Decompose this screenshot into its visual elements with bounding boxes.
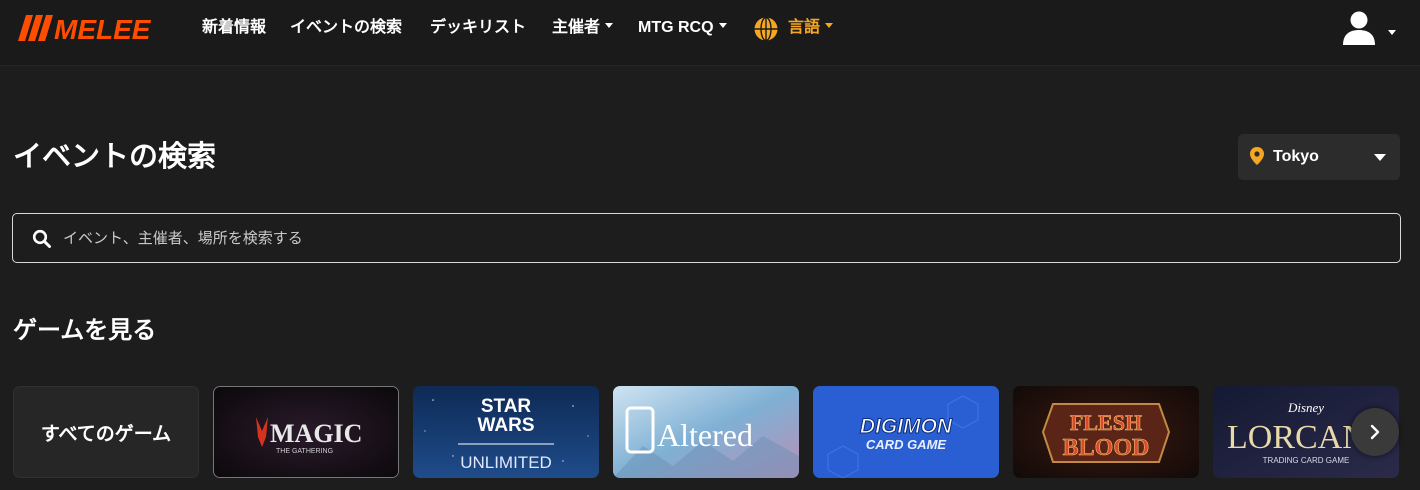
svg-text:MELEE: MELEE [54, 14, 152, 42]
star-wars-logo: STAR WARS UNLIMITED [413, 386, 599, 478]
game-card-all-label: すべてのゲーム [40, 423, 172, 445]
search-input[interactable] [63, 222, 1383, 254]
top-navbar: MELEE 新着情報 イベントの検索 デッキリスト 主催者 MTG RCQ 言語 [0, 0, 1420, 66]
games-section-title: ゲームを見る [13, 317, 157, 344]
melee-logo[interactable]: MELEE [18, 14, 172, 42]
svg-text:BLOOD: BLOOD [1063, 435, 1150, 461]
nav-language[interactable]: 言語 [788, 18, 834, 38]
svg-text:DIGIMON: DIGIMON [860, 415, 953, 438]
game-card-flesh-and-blood[interactable]: FLESH BLOOD [1013, 386, 1199, 478]
nav-event-search[interactable]: イベントの検索 [290, 18, 402, 38]
carousel-next-button[interactable] [1351, 408, 1399, 456]
location-value: Tokyo [1273, 148, 1319, 165]
nav-language-label: 言語 [788, 19, 821, 36]
svg-text:FLESH: FLESH [1070, 410, 1142, 435]
game-card-all[interactable]: すべてのゲーム [13, 386, 199, 478]
svg-text:CARD GAME: CARD GAME [866, 437, 946, 452]
svg-text:TRADING CARD GAME: TRADING CARD GAME [1263, 456, 1350, 465]
chevron-down-icon [825, 23, 834, 29]
chevron-right-icon [1370, 424, 1380, 440]
search-icon [32, 229, 51, 248]
flesh-and-blood-logo: FLESH BLOOD [1013, 386, 1199, 478]
svg-text:STAR: STAR [481, 396, 532, 417]
chevron-down-icon [1374, 154, 1386, 161]
chevron-down-icon [718, 23, 727, 29]
page-title: イベントの検索 [13, 141, 217, 173]
game-card-digimon[interactable]: DIGIMON CARD GAME [813, 386, 999, 478]
magic-logo: MAGIC THE GATHERING [214, 387, 398, 477]
chevron-down-icon [605, 23, 614, 29]
globe-icon[interactable] [753, 16, 779, 42]
location-selector[interactable]: Tokyo [1238, 134, 1400, 180]
svg-text:Altered: Altered [657, 417, 753, 453]
nav-decklists[interactable]: デッキリスト [430, 18, 526, 38]
user-icon[interactable] [1342, 10, 1376, 46]
nav-news[interactable]: 新着情報 [202, 18, 266, 38]
game-card-star-wars[interactable]: STAR WARS UNLIMITED [413, 386, 599, 478]
svg-text:WARS: WARS [478, 415, 535, 436]
search-bar [12, 213, 1401, 263]
digimon-logo: DIGIMON CARD GAME [813, 386, 999, 478]
nav-mtg-rcq-label: MTG RCQ [638, 19, 714, 36]
svg-text:THE GATHERING: THE GATHERING [276, 448, 333, 455]
nav-organizers[interactable]: 主催者 [552, 18, 614, 38]
altered-logo: Altered [613, 386, 799, 478]
svg-text:UNLIMITED: UNLIMITED [460, 453, 552, 472]
chevron-down-icon[interactable] [1388, 30, 1396, 35]
game-card-magic[interactable]: MAGIC THE GATHERING [213, 386, 399, 478]
game-card-altered[interactable]: Altered [613, 386, 799, 478]
svg-text:Disney: Disney [1287, 400, 1324, 415]
nav-organizers-label: 主催者 [552, 19, 601, 36]
map-pin-icon [1250, 147, 1264, 165]
svg-text:MAGIC: MAGIC [270, 419, 362, 448]
nav-mtg-rcq[interactable]: MTG RCQ [638, 18, 727, 38]
